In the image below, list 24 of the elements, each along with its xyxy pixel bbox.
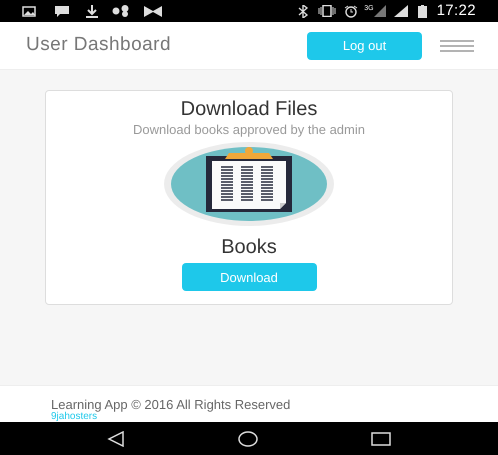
home-icon[interactable] — [238, 430, 258, 446]
vibrate-icon — [318, 5, 336, 17]
card-title: Download Files — [180, 97, 318, 122]
signal-icon — [374, 5, 386, 17]
recent-apps-icon[interactable] — [371, 432, 392, 446]
back-icon[interactable] — [106, 430, 125, 446]
download-icon — [86, 4, 98, 18]
battery-icon — [418, 4, 427, 18]
item-title: Books — [221, 235, 277, 260]
download-button[interactable]: Download — [182, 263, 316, 292]
clock-time: 17:22 — [436, 0, 476, 21]
signal-icon — [394, 5, 408, 17]
menu-icon[interactable] — [440, 38, 474, 52]
image-icon — [22, 6, 36, 16]
page-title: User Dashboard — [26, 33, 171, 58]
bowtie-icon — [144, 6, 162, 16]
copyright-text: Learning App © 2016 All Rights Reserved — [51, 398, 292, 411]
logout-button[interactable]: Log out — [307, 32, 422, 60]
bluetooth-icon — [298, 4, 308, 18]
card-subtitle: Download books approved by the admin — [133, 122, 365, 138]
alarm-icon — [344, 4, 358, 18]
footer-link[interactable]: 9jahosters — [51, 411, 447, 422]
clipboard-icon — [163, 141, 335, 228]
chat-icon — [54, 5, 70, 17]
